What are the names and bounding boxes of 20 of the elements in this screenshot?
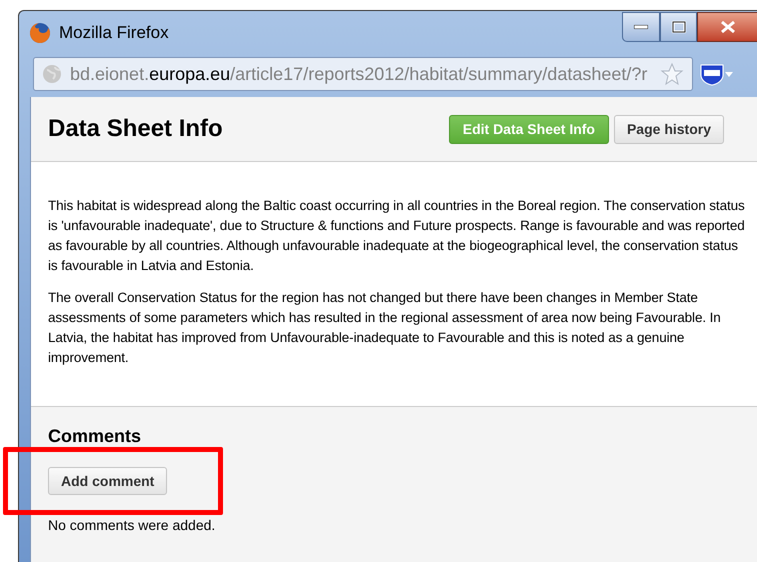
shield-icon[interactable] (699, 62, 733, 86)
close-button[interactable] (697, 12, 757, 42)
history-button[interactable]: Page history (614, 114, 724, 144)
maximize-icon (672, 21, 686, 33)
minimize-icon (634, 25, 648, 29)
globe-icon (42, 64, 62, 84)
comments-heading: Comments (48, 425, 142, 447)
star-icon[interactable] (660, 62, 684, 86)
close-icon (720, 20, 736, 34)
paragraph: The overall Conservation Status for the region has not changed but there have been changes in Member State assessments of some parameters which has resulted in the regional assessment of area now being Favourable. In Latvia, the habitat has improved from Unfavourable-inadequate to Favourable and this is noted as a genuine improvement. (48, 289, 722, 367)
minimize-button[interactable] (622, 12, 660, 42)
maximize-button[interactable] (660, 12, 697, 42)
page-title: Data Sheet Info (48, 114, 223, 144)
firefox-logo-icon (29, 22, 51, 44)
add-comment-button[interactable]: Add comment (48, 467, 168, 495)
address-bar[interactable]: bd.eionet.europa.eu/article17/reports2012/habitat/summary/datasheet/?r (33, 57, 693, 91)
paragraph: This habitat is widespread along the Baltic coast occurring in all countries in the Boreal region. The conservation status is 'unfavourable inadequate', due to Structure & functions and Future prospects. Range is favourable and was reported as favourable by all countries. Although unfavourable inadequate at the biogeographical level, the conservation status is favourable in Latvia and Estonia. (48, 197, 746, 275)
empty-message: No comments were added. (48, 516, 216, 535)
window-title: Mozilla Firefox (59, 22, 169, 44)
url-text: bd.eionet.europa.eu/article17/reports2012/habitat/summary/datasheet/?r (70, 62, 648, 86)
